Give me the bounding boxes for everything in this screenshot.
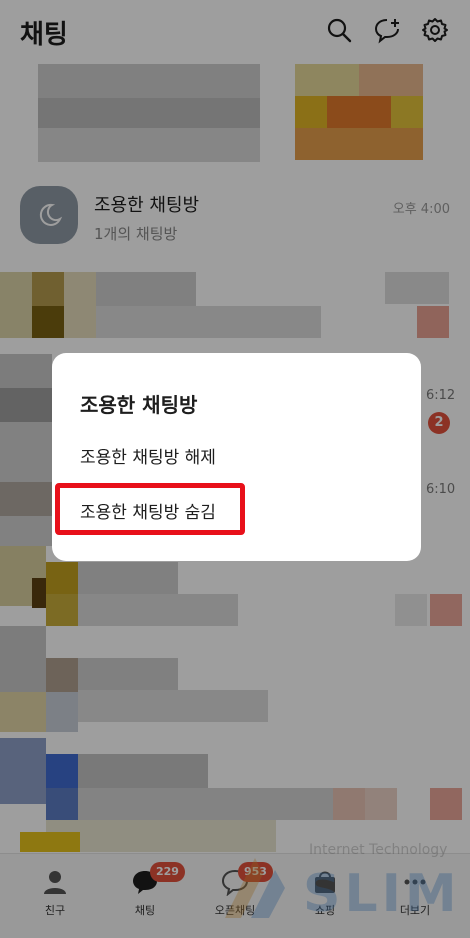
- highlight-box: [55, 483, 245, 535]
- unset-quiet-room-option[interactable]: 조용한 채팅방 해제: [80, 443, 216, 468]
- dialog-title: 조용한 채팅방: [80, 393, 198, 417]
- quiet-room-dialog: 조용한 채팅방 조용한 채팅방 해제 조용한 채팅방 숨김: [52, 353, 421, 561]
